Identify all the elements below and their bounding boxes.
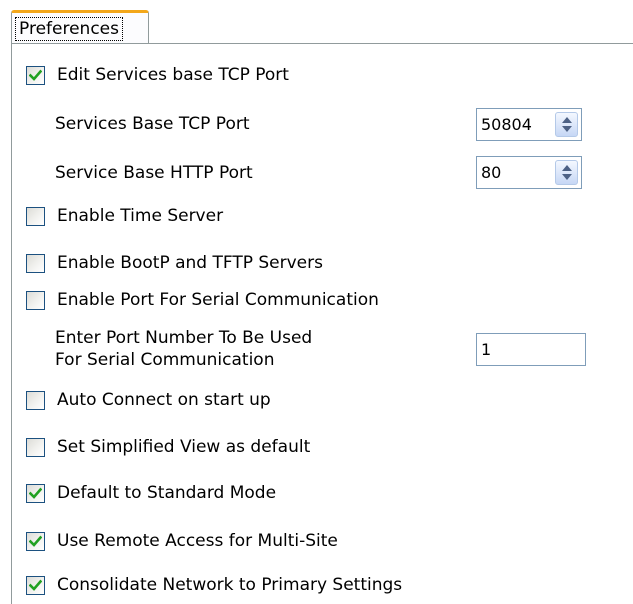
serial-port-label-line1: Enter Port Number To Be Used [55, 328, 313, 348]
bootp-row[interactable]: Enable BootP and TFTP Servers [26, 252, 323, 274]
serial-enable-row[interactable]: Enable Port For Serial Communication [26, 289, 379, 311]
remote-access-row[interactable]: Use Remote Access for Multi-Site [26, 530, 338, 552]
serial-enable-label: Enable Port For Serial Communication [57, 290, 379, 310]
time-server-row[interactable]: Enable Time Server [26, 205, 223, 227]
simplified-view-checkbox[interactable] [26, 437, 45, 457]
consolidate-row[interactable]: Consolidate Network to Primary Settings [26, 574, 402, 596]
serial-port-value: 1 [481, 340, 492, 359]
check-icon [29, 535, 42, 547]
spin-up-icon[interactable] [562, 117, 572, 123]
tab-preferences[interactable]: Preferences [11, 10, 149, 44]
check-icon [29, 69, 42, 81]
tcp-port-value: 50804 [481, 115, 532, 134]
check-icon [29, 579, 42, 591]
bootp-checkbox[interactable] [26, 253, 45, 273]
simplified-view-label: Set Simplified View as default [57, 437, 311, 457]
spin-up-icon[interactable] [562, 165, 572, 171]
http-port-value: 80 [481, 163, 502, 182]
serial-port-input[interactable]: 1 [476, 333, 586, 366]
auto-connect-label: Auto Connect on start up [57, 390, 271, 410]
standard-mode-label: Default to Standard Mode [57, 483, 277, 503]
tcp-port-label: Services Base TCP Port [55, 114, 250, 134]
remote-access-checkbox[interactable] [26, 531, 45, 551]
serial-port-label-line2: For Serial Communication [55, 350, 275, 370]
time-server-label: Enable Time Server [57, 206, 224, 226]
auto-connect-row[interactable]: Auto Connect on start up [26, 389, 271, 411]
http-port-spinner[interactable]: 80 [476, 156, 582, 189]
serial-port-label: Enter Port Number To Be Used For Serial … [55, 327, 312, 371]
remote-access-label: Use Remote Access for Multi-Site [57, 531, 338, 551]
serial-enable-checkbox[interactable] [26, 290, 45, 310]
http-port-label: Service Base HTTP Port [55, 163, 253, 183]
edit-tcp-checkbox-row[interactable]: Edit Services base TCP Port [26, 64, 289, 86]
standard-mode-row[interactable]: Default to Standard Mode [26, 482, 276, 504]
http-port-spin-buttons[interactable] [555, 160, 578, 185]
tcp-port-spin-buttons[interactable] [555, 112, 578, 137]
consolidate-label: Consolidate Network to Primary Settings [57, 575, 403, 595]
bootp-label: Enable BootP and TFTP Servers [57, 253, 323, 273]
standard-mode-checkbox[interactable] [26, 483, 45, 503]
tcp-port-spinner[interactable]: 50804 [476, 108, 582, 141]
simplified-view-row[interactable]: Set Simplified View as default [26, 436, 310, 458]
edit-tcp-label: Edit Services base TCP Port [57, 65, 289, 85]
spin-down-icon[interactable] [562, 126, 572, 132]
auto-connect-checkbox[interactable] [26, 390, 45, 410]
check-icon [29, 487, 42, 499]
edit-tcp-checkbox[interactable] [26, 65, 45, 85]
spin-down-icon[interactable] [562, 174, 572, 180]
time-server-checkbox[interactable] [26, 206, 45, 226]
consolidate-checkbox[interactable] [26, 575, 45, 595]
tab-label: Preferences [15, 17, 123, 41]
